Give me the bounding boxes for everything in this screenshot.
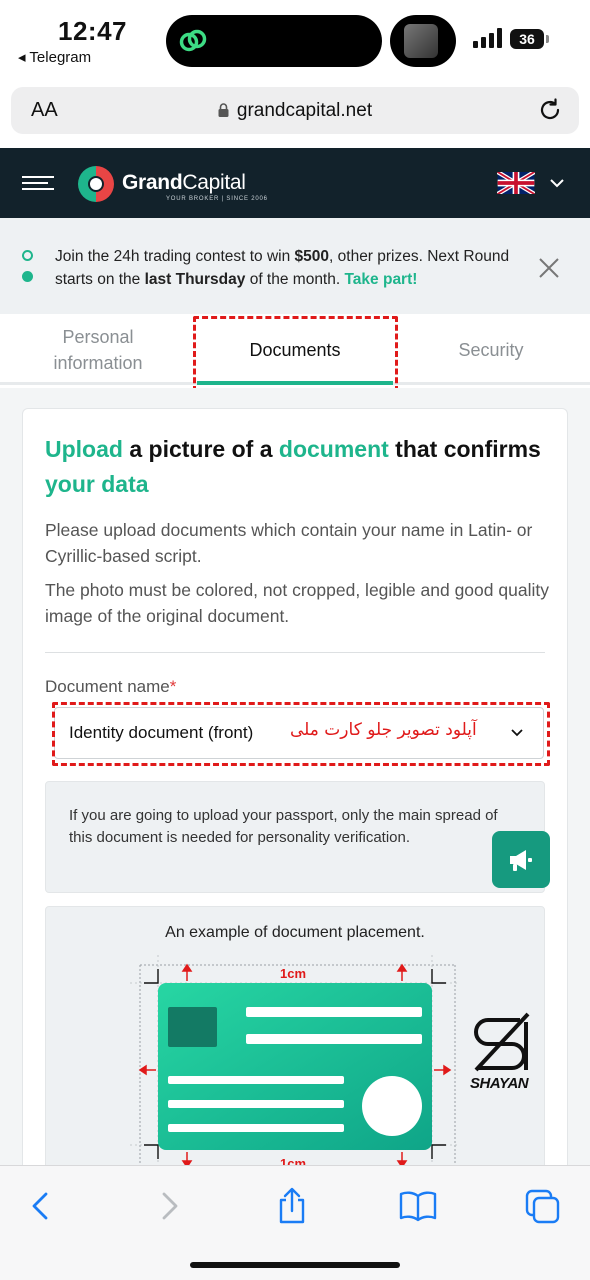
home-indicator bbox=[190, 1262, 400, 1268]
watermark-text: SHAYAN bbox=[470, 1075, 529, 1092]
battery-cap bbox=[546, 35, 549, 43]
document-placement-illustration bbox=[130, 955, 460, 1170]
megaphone-icon bbox=[510, 850, 532, 871]
announcement-button[interactable] bbox=[492, 831, 550, 888]
example-caption: An example of document placement. bbox=[165, 924, 425, 941]
forward-icon[interactable] bbox=[148, 1186, 188, 1226]
now-playing-island bbox=[390, 15, 456, 67]
upload-instructions-quality: The photo must be colored, not cropped, … bbox=[45, 580, 549, 626]
back-to-telegram[interactable]: ◂ Telegram bbox=[18, 48, 91, 66]
chevron-down-icon[interactable] bbox=[549, 178, 565, 188]
slide-dot-inactive[interactable] bbox=[22, 250, 33, 261]
cellular-signal-icon bbox=[473, 28, 502, 48]
annotation-box-select bbox=[52, 702, 550, 766]
screen: 12:47 ◂ Telegram 36 AA grandcapital.net bbox=[0, 0, 590, 1280]
status-bar: 12:47 ◂ Telegram 36 bbox=[0, 0, 590, 78]
banner-prize: $500 bbox=[294, 248, 330, 265]
divider bbox=[45, 652, 545, 653]
uk-flag-icon[interactable] bbox=[497, 172, 535, 194]
dynamic-island bbox=[166, 15, 382, 67]
lock-icon bbox=[218, 103, 229, 117]
back-icon[interactable] bbox=[22, 1186, 62, 1226]
document-name-label: Document name* bbox=[45, 677, 177, 696]
reload-icon[interactable] bbox=[537, 97, 563, 123]
close-icon[interactable] bbox=[538, 257, 560, 279]
tabs-icon[interactable] bbox=[523, 1186, 563, 1226]
passport-notice-text: If you are going to upload your passport… bbox=[69, 807, 498, 846]
logo-text: GrandCapital bbox=[122, 171, 246, 194]
menu-icon[interactable] bbox=[22, 176, 54, 190]
clock: 12:47 bbox=[58, 16, 127, 46]
url-field[interactable]: grandcapital.net bbox=[11, 100, 579, 122]
banner-day: last Thursday bbox=[144, 271, 246, 288]
media-thumbnail bbox=[404, 24, 438, 58]
margin-label-top: 1cm bbox=[280, 966, 307, 981]
card-heading: Upload a picture of a document that conf… bbox=[45, 436, 541, 497]
annotation-box-documents-tab bbox=[193, 316, 398, 392]
logo-tagline: YOUR BROKER | SINCE 2006 bbox=[166, 196, 268, 202]
address-bar[interactable]: AA grandcapital.net bbox=[11, 87, 579, 134]
share-icon[interactable] bbox=[272, 1186, 312, 1226]
promo-banner: Join the 24h trading contest to win $500… bbox=[0, 218, 590, 314]
grandcapital-logo-icon[interactable] bbox=[76, 164, 116, 204]
link-activity-icon bbox=[179, 29, 207, 52]
banner-text: Join the 24h trading contest to win $500… bbox=[55, 248, 510, 288]
slide-dot-active[interactable] bbox=[22, 271, 33, 282]
take-part-link[interactable]: Take part! bbox=[344, 271, 417, 288]
tab-personal-information[interactable]: Personal information bbox=[30, 315, 166, 385]
upload-instructions-script: Please upload documents which contain yo… bbox=[45, 520, 533, 566]
battery-icon: 36 bbox=[510, 29, 544, 49]
bookmarks-icon[interactable] bbox=[398, 1186, 438, 1226]
url-text: grandcapital.net bbox=[236, 100, 373, 121]
required-mark: * bbox=[169, 677, 177, 696]
tab-security[interactable]: Security bbox=[420, 315, 562, 385]
